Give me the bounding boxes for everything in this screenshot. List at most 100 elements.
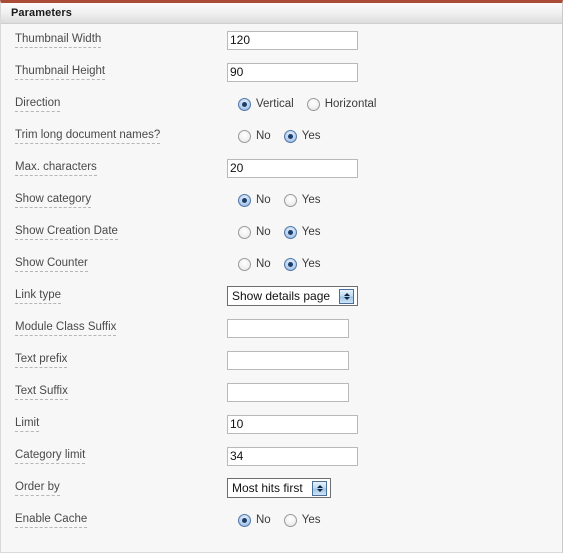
label-cell: Show Counter [1, 248, 227, 280]
order-by-selected-value: Most hits first [232, 481, 303, 495]
link-type-select[interactable]: Show details page [227, 286, 358, 306]
show-counter-option-no[interactable]: No [238, 257, 271, 271]
text-suffix-input[interactable] [227, 382, 349, 402]
chevron-updown-icon[interactable] [312, 480, 327, 496]
order-by-select[interactable]: Most hits first [227, 478, 331, 498]
radio-icon[interactable] [238, 129, 251, 143]
field-row-category-limit: Category limit [1, 440, 562, 472]
direction-option-vertical[interactable]: Vertical [238, 97, 294, 111]
parameters-panel: Parameters Thumbnail Width Thumbnail Hei… [0, 0, 563, 553]
radio-icon[interactable] [283, 225, 297, 239]
chevron-updown-icon[interactable] [339, 288, 354, 304]
field-cell: Vertical Horizontal [227, 88, 562, 120]
radio-icon[interactable] [306, 97, 320, 111]
field-cell [227, 152, 562, 184]
show-creation-date-radio-group: No Yes [238, 225, 321, 239]
enable-cache-option-yes[interactable]: Yes [283, 513, 321, 527]
label-cell: Category limit [1, 440, 227, 472]
max-characters-input[interactable] [227, 158, 358, 178]
label-cell: Show category [1, 184, 227, 216]
label-enable-cache: Enable Cache [15, 512, 88, 528]
label-link-type: Link type [15, 288, 62, 304]
radio-icon[interactable] [283, 513, 297, 527]
show-counter-radio-group: No Yes [238, 257, 321, 271]
enable-cache-radio-group: No Yes [238, 513, 321, 527]
thumbnail-height-input[interactable] [227, 62, 358, 82]
field-cell: No Yes [227, 504, 562, 536]
radio-label: No [256, 513, 271, 526]
field-row-trim-long-document-names: Trim long document names? No Yes [1, 120, 562, 152]
field-row-show-counter: Show Counter No Yes [1, 248, 562, 280]
radio-label: No [256, 193, 271, 206]
radio-icon[interactable] [238, 513, 251, 527]
radio-label: Yes [301, 225, 321, 238]
category-limit-input[interactable] [227, 446, 358, 466]
trim-option-yes[interactable]: Yes [283, 129, 321, 143]
field-row-order-by: Order by Most hits first [1, 472, 562, 504]
direction-radio-group: Vertical Horizontal [238, 97, 377, 111]
label-cell: Trim long document names? [1, 120, 227, 152]
radio-icon[interactable] [238, 257, 251, 271]
field-cell [227, 24, 562, 56]
text-prefix-input[interactable] [227, 350, 349, 370]
radio-icon[interactable] [283, 193, 297, 207]
direction-option-horizontal[interactable]: Horizontal [306, 97, 377, 111]
enable-cache-option-no[interactable]: No [238, 513, 271, 527]
radio-label: Horizontal [324, 97, 377, 110]
radio-icon[interactable] [238, 97, 251, 111]
show-counter-option-yes[interactable]: Yes [283, 257, 321, 271]
field-row-link-type: Link type Show details page [1, 280, 562, 312]
link-type-selected-value: Show details page [232, 289, 331, 303]
radio-label: Yes [301, 129, 321, 142]
show-creation-date-option-no[interactable]: No [238, 225, 271, 239]
field-row-show-creation-date: Show Creation Date No Yes [1, 216, 562, 248]
radio-icon[interactable] [283, 257, 297, 271]
radio-label: No [256, 257, 271, 270]
field-cell: No Yes [227, 248, 562, 280]
show-creation-date-option-yes[interactable]: Yes [283, 225, 321, 239]
show-category-option-yes[interactable]: Yes [283, 193, 320, 207]
field-row-direction: Direction Vertical Horizontal [1, 88, 562, 120]
label-show-counter: Show Counter [15, 256, 88, 272]
radio-label: Vertical [256, 97, 294, 110]
field-row-text-prefix: Text prefix [1, 344, 562, 376]
label-cell: Direction [1, 88, 227, 120]
label-limit: Limit [15, 416, 40, 432]
field-cell [227, 56, 562, 88]
label-cell: Max. characters [1, 152, 227, 184]
field-cell [227, 440, 562, 472]
thumbnail-width-input[interactable] [227, 30, 358, 50]
field-cell [227, 312, 562, 344]
label-cell: Text Suffix [1, 376, 227, 408]
label-order-by: Order by [15, 480, 60, 496]
limit-input[interactable] [227, 414, 358, 434]
module-class-suffix-input[interactable] [227, 318, 349, 338]
radio-label: No [256, 129, 271, 142]
label-text-prefix: Text prefix [15, 352, 68, 368]
label-show-category: Show category [15, 192, 92, 208]
label-cell: Link type [1, 280, 227, 312]
label-cell: Module Class Suffix [1, 312, 227, 344]
label-cell: Enable Cache [1, 504, 227, 536]
label-show-creation-date: Show Creation Date [15, 224, 118, 240]
show-category-radio-group: No Yes [238, 193, 320, 207]
show-category-option-no[interactable]: No [238, 193, 271, 207]
field-row-thumbnail-height: Thumbnail Height [1, 56, 562, 88]
radio-label: Yes [301, 513, 321, 526]
page-title: Parameters [11, 7, 72, 19]
radio-icon[interactable] [283, 129, 297, 143]
field-cell: No Yes [227, 120, 562, 152]
trim-option-no[interactable]: No [238, 129, 271, 143]
label-cell: Thumbnail Width [1, 24, 227, 56]
field-row-max-characters: Max. characters [1, 152, 562, 184]
radio-label: No [256, 225, 271, 238]
label-category-limit: Category limit [15, 448, 86, 464]
label-cell: Order by [1, 472, 227, 504]
radio-icon[interactable] [238, 225, 251, 239]
field-cell [227, 376, 562, 408]
radio-label: Yes [301, 257, 321, 270]
label-max-characters: Max. characters [15, 160, 97, 176]
field-cell: No Yes [227, 184, 562, 216]
radio-icon[interactable] [238, 193, 251, 207]
label-thumbnail-width: Thumbnail Width [15, 32, 102, 48]
